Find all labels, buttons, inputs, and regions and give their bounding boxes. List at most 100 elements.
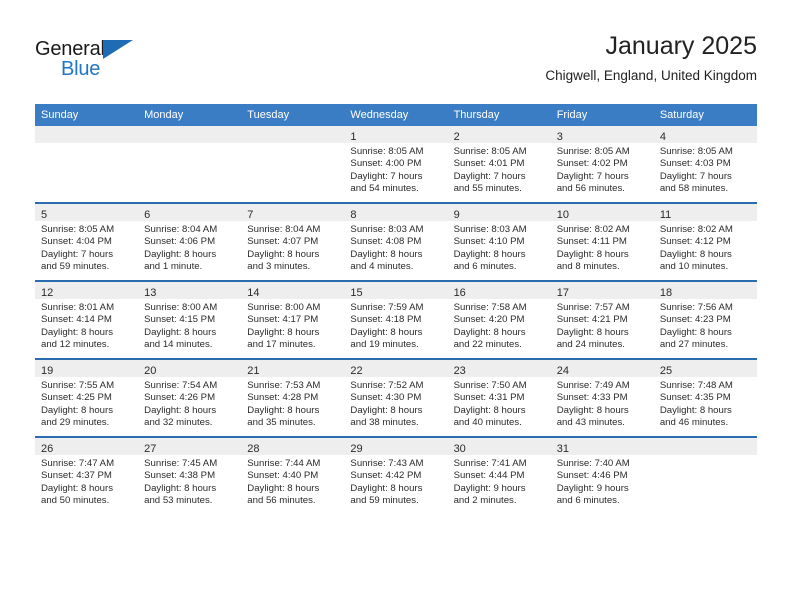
sunset-text: Sunset: 4:33 PM	[556, 392, 628, 404]
daylight-text-line2: and 17 minutes.	[247, 339, 316, 351]
sunset-text: Sunset: 4:00 PM	[350, 158, 422, 170]
sunset-text: Sunset: 4:18 PM	[350, 314, 422, 326]
daylight-text-line1: Daylight: 8 hours	[41, 482, 113, 494]
day-cell[interactable]: 9 Sunrise: 8:03 AM Sunset: 4:10 PM Daylight…	[447, 202, 551, 281]
sunset-text: Sunset: 4:02 PM	[556, 158, 628, 170]
day-cell[interactable]	[653, 436, 757, 514]
sunset-text: Sunset: 4:46 PM	[556, 470, 628, 482]
day-cell[interactable]: 14 Sunrise: 8:00 AM Sunset: 4:17 PM Dayligh…	[241, 280, 345, 359]
daylight-text-line1: Daylight: 8 hours	[453, 404, 526, 416]
day-cell[interactable]	[138, 126, 242, 203]
day-number: 14	[247, 287, 260, 299]
day-number: 17	[556, 287, 569, 299]
day-cell[interactable]	[241, 126, 345, 203]
daylight-text-line2: and 6 minutes.	[556, 495, 620, 507]
daylight-text-line2: and 4 minutes.	[350, 261, 414, 273]
calendar-body: 1 Sunrise: 8:05 AM Sunset: 4:00 PM Daylight…	[35, 126, 757, 514]
daylight-text-line2: and 56 minutes.	[556, 183, 625, 195]
daylight-text-line1: Daylight: 7 hours	[659, 170, 732, 182]
day-number: 26	[41, 443, 54, 455]
day-cell[interactable]: 6 Sunrise: 8:04 AM Sunset: 4:06 PM Daylight…	[138, 202, 242, 281]
week-row: 5 Sunrise: 8:05 AM Sunset: 4:04 PM Daylight…	[35, 202, 757, 281]
daylight-text-line1: Daylight: 9 hours	[453, 482, 526, 494]
sunset-text: Sunset: 4:17 PM	[247, 314, 319, 326]
sunrise-text: Sunrise: 7:57 AM	[556, 302, 630, 313]
day-number: 11	[659, 209, 672, 221]
day-cell[interactable]: 11 Sunrise: 8:02 AM Sunset: 4:12 PM Dayligh…	[653, 202, 757, 281]
day-cell[interactable]: 18 Sunrise: 7:56 AM Sunset: 4:23 PM Dayligh…	[653, 280, 757, 359]
daylight-text-line2: and 1 minute.	[144, 261, 203, 273]
day-cell[interactable]	[35, 126, 139, 203]
day-cell[interactable]: 17 Sunrise: 7:57 AM Sunset: 4:21 PM Dayligh…	[550, 280, 654, 359]
daylight-text-line2: and 59 minutes.	[350, 495, 419, 507]
daylight-text-line1: Daylight: 8 hours	[659, 248, 732, 260]
day-cell[interactable]: 28 Sunrise: 7:44 AM Sunset: 4:40 PM Dayligh…	[241, 436, 345, 514]
daylight-text-line1: Daylight: 8 hours	[247, 248, 320, 260]
sunrise-text: Sunrise: 8:02 AM	[556, 224, 630, 235]
sunset-text: Sunset: 4:01 PM	[453, 158, 525, 170]
daylight-text-line2: and 56 minutes.	[247, 495, 316, 507]
daylight-text-line1: Daylight: 8 hours	[247, 404, 320, 416]
day-cell[interactable]: 2 Sunrise: 8:05 AM Sunset: 4:01 PM Daylight…	[447, 126, 551, 203]
day-cell[interactable]: 24 Sunrise: 7:49 AM Sunset: 4:33 PM Dayligh…	[550, 358, 654, 437]
daylight-text-line1: Daylight: 8 hours	[350, 482, 423, 494]
day-cell[interactable]: 16 Sunrise: 7:58 AM Sunset: 4:20 PM Dayligh…	[447, 280, 551, 359]
daylight-text-line2: and 54 minutes.	[350, 183, 419, 195]
sunrise-text: Sunrise: 8:05 AM	[41, 224, 115, 235]
day-cell[interactable]: 7 Sunrise: 8:04 AM Sunset: 4:07 PM Daylight…	[241, 202, 345, 281]
day-number: 31	[556, 443, 569, 455]
day-cell[interactable]: 29 Sunrise: 7:43 AM Sunset: 4:42 PM Dayligh…	[344, 436, 448, 514]
sunset-text: Sunset: 4:03 PM	[659, 158, 731, 170]
daylight-text-line2: and 40 minutes.	[453, 417, 522, 429]
day-cell[interactable]: 10 Sunrise: 8:02 AM Sunset: 4:11 PM Dayligh…	[550, 202, 654, 281]
day-cell[interactable]: 3 Sunrise: 8:05 AM Sunset: 4:02 PM Daylight…	[550, 126, 654, 203]
day-cell[interactable]: 31 Sunrise: 7:40 AM Sunset: 4:46 PM Dayligh…	[550, 436, 654, 514]
daylight-text-line1: Daylight: 8 hours	[144, 248, 217, 260]
daylight-text-line1: Daylight: 8 hours	[247, 482, 320, 494]
day-cell[interactable]: 23 Sunrise: 7:50 AM Sunset: 4:31 PM Dayligh…	[447, 358, 551, 437]
sunset-text: Sunset: 4:08 PM	[350, 236, 422, 248]
day-cell[interactable]: 4 Sunrise: 8:05 AM Sunset: 4:03 PM Daylight…	[653, 126, 757, 203]
week-row: 19 Sunrise: 7:55 AM Sunset: 4:25 PM Dayligh…	[35, 358, 757, 437]
day-number: 27	[144, 443, 157, 455]
day-cell[interactable]: 13 Sunrise: 8:00 AM Sunset: 4:15 PM Dayligh…	[138, 280, 242, 359]
weekday-header-tuesday: Tuesday	[241, 104, 345, 126]
weekday-header-monday: Monday	[138, 104, 242, 126]
sunrise-text: Sunrise: 7:41 AM	[453, 458, 527, 469]
day-number: 21	[247, 365, 260, 377]
day-cell[interactable]: 21 Sunrise: 7:53 AM Sunset: 4:28 PM Dayligh…	[241, 358, 345, 437]
day-cell[interactable]: 27 Sunrise: 7:45 AM Sunset: 4:38 PM Dayligh…	[138, 436, 242, 514]
daylight-text-line1: Daylight: 8 hours	[350, 404, 423, 416]
logo-triangle-icon	[103, 40, 133, 59]
sunset-text: Sunset: 4:26 PM	[144, 392, 216, 404]
sunrise-text: Sunrise: 7:55 AM	[41, 380, 115, 391]
day-cell[interactable]: 8 Sunrise: 8:03 AM Sunset: 4:08 PM Daylight…	[344, 202, 448, 281]
daylight-text-line2: and 59 minutes.	[41, 261, 110, 273]
day-cell[interactable]: 30 Sunrise: 7:41 AM Sunset: 4:44 PM Dayligh…	[447, 436, 551, 514]
sunrise-text: Sunrise: 7:40 AM	[556, 458, 630, 469]
week-row: 1 Sunrise: 8:05 AM Sunset: 4:00 PM Daylight…	[35, 126, 757, 203]
sunrise-text: Sunrise: 7:58 AM	[453, 302, 527, 313]
sunset-text: Sunset: 4:07 PM	[247, 236, 319, 248]
generalblue-logo[interactable]: General Blue	[35, 38, 160, 88]
day-cell[interactable]: 19 Sunrise: 7:55 AM Sunset: 4:25 PM Dayligh…	[35, 358, 139, 437]
day-cell[interactable]: 25 Sunrise: 7:48 AM Sunset: 4:35 PM Dayligh…	[653, 358, 757, 437]
day-cell[interactable]: 5 Sunrise: 8:05 AM Sunset: 4:04 PM Daylight…	[35, 202, 139, 281]
day-cell[interactable]: 12 Sunrise: 8:01 AM Sunset: 4:14 PM Dayligh…	[35, 280, 139, 359]
logo-text-general: General	[35, 38, 105, 60]
weekday-header-thursday: Thursday	[447, 104, 551, 126]
day-cell[interactable]: 26 Sunrise: 7:47 AM Sunset: 4:37 PM Dayligh…	[35, 436, 139, 514]
weekday-header-saturday: Saturday	[653, 104, 757, 126]
sunset-text: Sunset: 4:31 PM	[453, 392, 525, 404]
day-cell[interactable]: 22 Sunrise: 7:52 AM Sunset: 4:30 PM Dayligh…	[344, 358, 448, 437]
sunrise-text: Sunrise: 7:47 AM	[41, 458, 115, 469]
day-cell[interactable]: 1 Sunrise: 8:05 AM Sunset: 4:00 PM Daylight…	[344, 126, 448, 203]
day-cell[interactable]: 15 Sunrise: 7:59 AM Sunset: 4:18 PM Dayligh…	[344, 280, 448, 359]
daylight-text-line2: and 50 minutes.	[41, 495, 110, 507]
sunrise-text: Sunrise: 7:53 AM	[247, 380, 321, 391]
daylight-text-line1: Daylight: 8 hours	[350, 326, 423, 338]
sunrise-text: Sunrise: 7:56 AM	[659, 302, 733, 313]
day-cell[interactable]: 20 Sunrise: 7:54 AM Sunset: 4:26 PM Dayligh…	[138, 358, 242, 437]
day-number: 3	[556, 131, 563, 143]
daylight-text-line1: Daylight: 8 hours	[41, 326, 113, 338]
